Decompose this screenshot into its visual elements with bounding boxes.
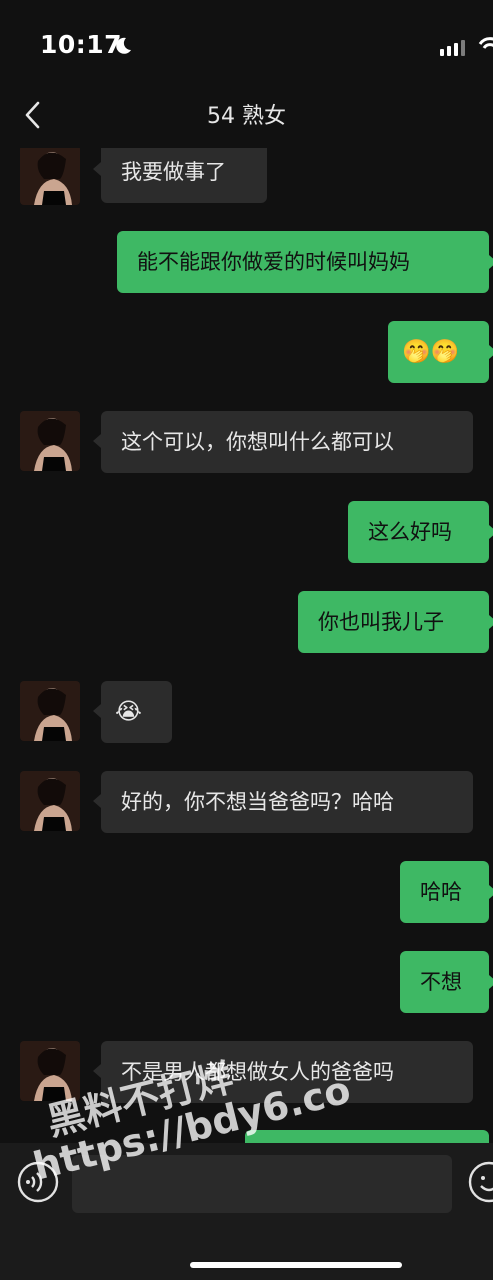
message-bubble[interactable]: 这个可以，你想叫什么都可以 [101,411,473,473]
avatar[interactable] [20,771,80,831]
avatar[interactable] [20,411,80,471]
nav-bar: 54 熟女 [0,90,493,148]
message-bubble[interactable]: 不是男人都想做女人的爸爸吗 [101,1041,473,1103]
message-bubble[interactable]: 你也叫我儿子 [298,591,489,653]
signal-icon [440,40,465,56]
moon-icon [113,36,133,60]
avatar[interactable] [20,148,80,205]
status-bar: 10:17 [0,0,493,90]
input-bar [0,1143,493,1280]
message-bubble[interactable]: 这么好吗 [348,501,489,563]
message-bubble[interactable]: 好的，你不想当爸爸吗？哈哈 [101,771,473,833]
avatar[interactable] [20,1041,80,1101]
avatar[interactable] [20,681,80,741]
message-bubble[interactable]: 🤭🤭 [388,321,489,383]
home-indicator [190,1262,402,1268]
message-bubble[interactable]: 哈哈 [400,861,489,923]
wifi-icon [478,36,493,60]
voice-icon[interactable] [16,1160,60,1208]
message-bubble[interactable]: 能不能跟你做爱的时候叫妈妈 [117,231,489,293]
message-input[interactable] [72,1155,452,1213]
emoji-icon[interactable] [467,1160,493,1208]
message-bubble[interactable] [245,1130,489,1143]
message-bubble[interactable]: 不想 [400,951,489,1013]
chat-message-list[interactable]: 我要做事了 能不能跟你做爱的时候叫妈妈 🤭🤭 这个可以，你想叫什么都可以 这么好… [0,148,493,1143]
status-time: 10:17 [40,30,123,59]
message-bubble[interactable]: 我要做事了 [101,148,267,203]
chat-title: 54 熟女 [207,104,286,129]
message-bubble[interactable]: 😭 [101,681,172,743]
